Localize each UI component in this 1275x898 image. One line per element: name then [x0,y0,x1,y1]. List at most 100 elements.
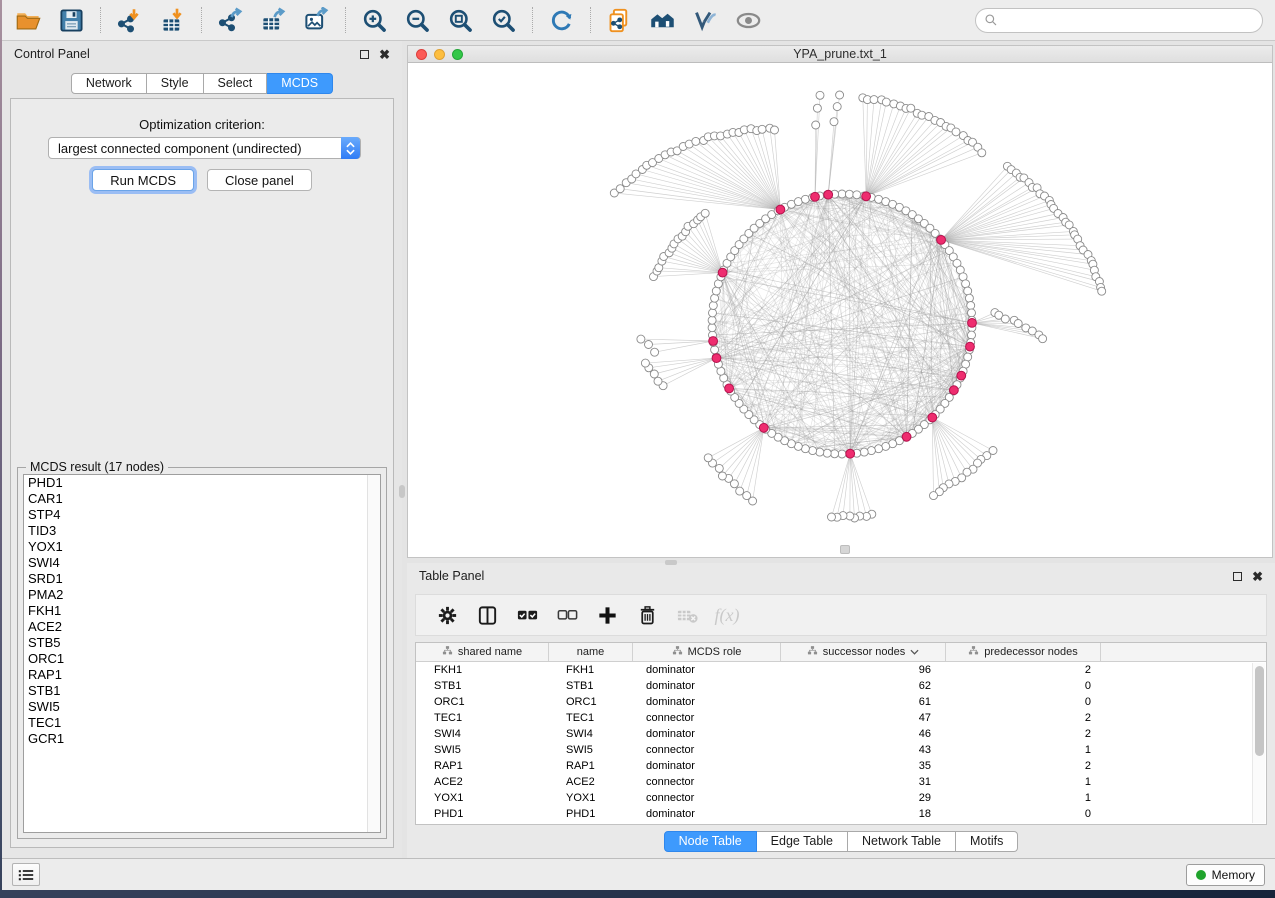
table-row[interactable]: ACE2ACE2connector311 [416,774,1266,790]
toolbar-icons [12,5,775,35]
close-panel-icon[interactable]: ✖ [379,50,390,59]
column-header-shared-name[interactable]: shared name [416,643,549,661]
column-chooser-icon[interactable] [472,600,502,630]
table-row[interactable]: ORC1ORC1dominator610 [416,694,1266,710]
cell-name: TEC1 [549,710,633,726]
table-row[interactable]: TEC1TEC1connector472 [416,710,1266,726]
refresh-layout-icon[interactable] [545,5,577,35]
clone-network-icon[interactable] [603,5,635,35]
settings-gear-icon[interactable] [432,600,462,630]
open-session-icon[interactable] [12,5,44,35]
add-column-icon[interactable] [592,600,622,630]
sitemap-icon [442,645,453,659]
column-header-name[interactable]: name [549,643,633,661]
vizmap-icon[interactable] [689,5,721,35]
zoom-fit-icon[interactable] [444,5,476,35]
table-row[interactable]: SWI4SWI4dominator462 [416,726,1266,742]
save-session-icon[interactable] [55,5,87,35]
mcds-list-scrollbar[interactable] [367,475,380,832]
tab-network-table[interactable]: Network Table [848,831,956,852]
tab-mcds[interactable]: MCDS [267,73,333,94]
mcds-result-item[interactable]: TEC1 [24,715,380,731]
import-network-file-icon[interactable] [113,5,145,35]
table-scrollbar[interactable] [1252,663,1265,823]
float-table-panel-icon[interactable] [1233,572,1242,581]
tab-edge-table[interactable]: Edge Table [757,831,848,852]
tab-network[interactable]: Network [71,73,147,94]
sitemap-icon [672,645,683,659]
network-window-titlebar[interactable]: YPA_prune.txt_1 [408,46,1272,63]
tab-select[interactable]: Select [204,73,268,94]
select-all-icon[interactable] [512,600,542,630]
cell-MCDS-role: dominator [633,726,781,742]
mcds-result-group: MCDS result (17 nodes) PHD1CAR1STP4TID3Y… [17,467,387,839]
eye-icon[interactable] [732,5,764,35]
cell-successor-nodes: 29 [781,790,946,806]
tab-style[interactable]: Style [147,73,204,94]
home-pages-icon[interactable] [646,5,678,35]
mcds-result-item[interactable]: STB1 [24,683,380,699]
float-panel-icon[interactable] [360,50,369,59]
mcds-result-item[interactable]: SWI5 [24,699,380,715]
run-mcds-button[interactable]: Run MCDS [92,169,194,191]
network-canvas[interactable] [408,63,1272,557]
table-panel: Table Panel ✖ f(x) shared namenameMCDS r… [407,563,1275,858]
column-header-successor-nodes[interactable]: successor nodes [781,643,946,661]
zoom-selected-icon[interactable] [487,5,519,35]
cell-shared-name: STB1 [416,678,549,694]
column-header-predecessor-nodes[interactable]: predecessor nodes [946,643,1101,661]
table-row[interactable]: RAP1RAP1dominator352 [416,758,1266,774]
mcds-result-item[interactable]: RAP1 [24,667,380,683]
export-image-icon[interactable] [300,5,332,35]
sitemap-icon [807,645,818,659]
cytoscape-window: Control Panel ✖ NetworkStyleSelectMCDS O… [2,0,1275,890]
cell-successor-nodes: 47 [781,710,946,726]
table-row[interactable]: YOX1YOX1connector291 [416,790,1266,806]
zoom-out-icon[interactable] [401,5,433,35]
tab-node-table[interactable]: Node Table [664,831,757,852]
tab-motifs[interactable]: Motifs [956,831,1018,852]
table-row[interactable]: PHD1PHD1dominator180 [416,806,1266,822]
search-input[interactable] [1002,13,1254,27]
search-box[interactable] [975,8,1263,33]
table-row[interactable]: STB1STB1dominator620 [416,678,1266,694]
mcds-result-item[interactable]: STP4 [24,507,380,523]
mcds-result-item[interactable]: PHD1 [24,475,380,491]
cell-shared-name: ACE2 [416,774,549,790]
close-table-panel-icon[interactable]: ✖ [1252,572,1263,581]
table-scrollbar-thumb[interactable] [1255,666,1264,756]
mcds-result-item[interactable]: GCR1 [24,731,380,747]
table-row[interactable]: SWI5SWI5connector431 [416,742,1266,758]
deselect-all-icon[interactable] [552,600,582,630]
mcds-result-item[interactable]: TID3 [24,523,380,539]
mcds-result-list[interactable]: PHD1CAR1STP4TID3YOX1SWI4SRD1PMA2FKH1ACE2… [23,474,381,833]
mcds-result-item[interactable]: PMA2 [24,587,380,603]
import-table-file-icon[interactable] [156,5,188,35]
mcds-result-item[interactable]: CAR1 [24,491,380,507]
memory-button[interactable]: Memory [1186,864,1265,886]
zoom-in-icon[interactable] [358,5,390,35]
export-network-icon[interactable] [214,5,246,35]
cell-shared-name: YOX1 [416,790,549,806]
canvas-grip[interactable] [840,545,850,554]
cell-MCDS-role: connector [633,742,781,758]
mcds-result-item[interactable]: STB5 [24,635,380,651]
export-table-icon[interactable] [257,5,289,35]
mcds-result-item[interactable]: ACE2 [24,619,380,635]
task-history-button[interactable] [12,863,40,886]
criterion-dropdown[interactable]: largest connected component (undirected) [48,137,361,159]
mcds-result-item[interactable]: FKH1 [24,603,380,619]
mcds-result-item[interactable]: SRD1 [24,571,380,587]
sort-desc-icon [910,649,919,655]
mcds-result-item[interactable]: ORC1 [24,651,380,667]
close-panel-button[interactable]: Close panel [207,169,312,191]
splitter-handle[interactable] [665,560,677,565]
table-header-row: shared namenameMCDS rolesuccessor nodesp… [416,643,1266,662]
control-panel-scrollbar-thumb[interactable] [399,485,405,498]
table-row[interactable]: FKH1FKH1dominator962 [416,662,1266,678]
column-header-MCDS-role[interactable]: MCDS role [633,643,781,661]
mcds-result-item[interactable]: YOX1 [24,539,380,555]
mcds-result-item[interactable]: SWI4 [24,555,380,571]
cell-name: YOX1 [549,790,633,806]
delete-column-icon[interactable] [632,600,662,630]
